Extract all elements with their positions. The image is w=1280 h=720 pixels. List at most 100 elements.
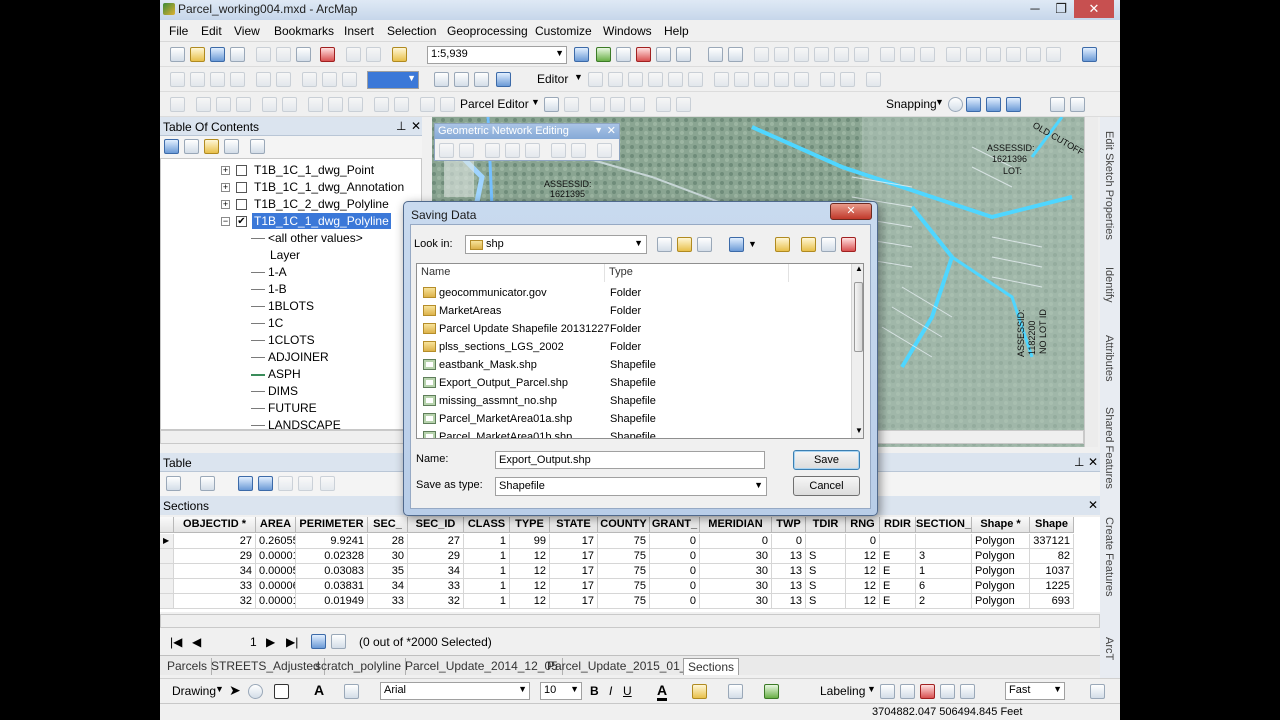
- layer-color-combo[interactable]: ▼: [367, 71, 419, 89]
- close-icon[interactable]: ✕: [411, 119, 421, 133]
- table-cell[interactable]: 29: [408, 549, 464, 564]
- table-cell[interactable]: 75: [598, 549, 650, 564]
- table-cell[interactable]: 33: [368, 594, 408, 609]
- table-cell[interactable]: [806, 534, 846, 549]
- collapse-icon[interactable]: −: [221, 217, 230, 226]
- zoom-out-icon[interactable]: [1070, 97, 1085, 112]
- tool-icon[interactable]: [728, 47, 743, 62]
- sketch-properties-icon[interactable]: [840, 72, 855, 87]
- pin-icon[interactable]: ⊥: [1074, 455, 1084, 469]
- table-tab[interactable]: STREETS_Adjusted: [207, 658, 325, 675]
- table-tab[interactable]: Parcels: [163, 658, 213, 675]
- close-icon[interactable]: ✕: [607, 124, 616, 137]
- column-header[interactable]: AREA: [256, 517, 296, 533]
- table-cell[interactable]: 13: [772, 549, 806, 564]
- table-cell[interactable]: 17: [550, 564, 598, 579]
- file-list-item[interactable]: plss_sections_LGS_2002 Folder: [417, 338, 853, 356]
- save-as-type-select[interactable]: Shapefile ▼: [495, 477, 767, 496]
- table-cell[interactable]: Polygon: [972, 549, 1030, 564]
- table-cell[interactable]: 27: [408, 534, 464, 549]
- folder-icon[interactable]: [801, 237, 816, 252]
- toolbar-icon-11[interactable]: [394, 97, 409, 112]
- last-record-button[interactable]: ▶|: [286, 635, 298, 649]
- drawing-menu-label[interactable]: Drawing: [172, 684, 216, 698]
- cut-icon[interactable]: [256, 47, 271, 62]
- table-cell[interactable]: 12: [510, 594, 550, 609]
- table-cell[interactable]: 82: [1030, 549, 1074, 564]
- scroll-up-icon[interactable]: ▲: [855, 264, 863, 273]
- table-cell[interactable]: 0.00001: [256, 594, 296, 609]
- table-cell[interactable]: 337121: [1030, 534, 1074, 549]
- table-cell[interactable]: 0.01949: [296, 594, 368, 609]
- table-cell[interactable]: 30: [700, 564, 772, 579]
- identify-tab[interactable]: Identify: [1103, 267, 1115, 302]
- table-cell[interactable]: 0.03831: [296, 579, 368, 594]
- topology-icon-9[interactable]: [920, 47, 935, 62]
- table-cell[interactable]: 17: [550, 549, 598, 564]
- attributes-icon[interactable]: [820, 72, 835, 87]
- table-cell[interactable]: 9.9241: [296, 534, 368, 549]
- zoom-in-fixed-icon[interactable]: [170, 72, 185, 87]
- labeling-speed-combo[interactable]: Fast ▼: [1005, 682, 1065, 700]
- topology-icon-6[interactable]: [854, 47, 869, 62]
- table-cell[interactable]: 1: [464, 549, 510, 564]
- layer-visibility-checkbox[interactable]: [236, 165, 247, 176]
- menu-selection[interactable]: Selection: [387, 24, 436, 38]
- find-icon[interactable]: [454, 72, 469, 87]
- zoom-to-selected-icon[interactable]: [298, 476, 313, 491]
- table-cell[interactable]: 34: [368, 579, 408, 594]
- identify-icon[interactable]: [434, 72, 449, 87]
- table-tab[interactable]: Parcel_Update_2015_01_16: [543, 658, 705, 675]
- file-list-scroll-thumb[interactable]: [854, 282, 863, 352]
- table-tab[interactable]: Sections: [683, 658, 740, 675]
- menu-help[interactable]: Help: [664, 24, 689, 38]
- lock-labels-icon[interactable]: [920, 684, 935, 699]
- table-cell[interactable]: 28: [368, 534, 408, 549]
- toolbar-icon-6[interactable]: [282, 97, 297, 112]
- italic-button[interactable]: I: [609, 684, 612, 698]
- topology-icon-1[interactable]: [754, 47, 769, 62]
- table-cell[interactable]: 35: [368, 564, 408, 579]
- help-icon[interactable]: [1082, 47, 1097, 62]
- font-color-icon[interactable]: A: [657, 682, 668, 701]
- table-cell[interactable]: 12: [510, 549, 550, 564]
- arctoolbox-tab[interactable]: ArcT: [1103, 637, 1115, 660]
- table-cell[interactable]: 0.03083: [296, 564, 368, 579]
- column-header[interactable]: TDIR: [806, 517, 846, 533]
- table-cell[interactable]: 1: [464, 534, 510, 549]
- table-horizontal-scrollbar[interactable]: [160, 614, 1100, 628]
- fill-color-icon[interactable]: [692, 684, 707, 699]
- file-list-item[interactable]: geocommunicator.gov Folder: [417, 284, 853, 302]
- open-icon[interactable]: [190, 47, 205, 62]
- bold-button[interactable]: B: [590, 684, 599, 698]
- search-icon[interactable]: [636, 47, 651, 62]
- label-priority-icon[interactable]: [900, 684, 915, 699]
- table-cell[interactable]: 0.26055: [256, 534, 296, 549]
- name-input[interactable]: Export_Output.shp: [495, 451, 765, 469]
- toolbar-icon-10[interactable]: [374, 97, 389, 112]
- column-header[interactable]: STATE: [550, 517, 598, 533]
- parcel-icon-2[interactable]: [564, 97, 579, 112]
- topology-icon-12[interactable]: [986, 47, 1001, 62]
- save-icon[interactable]: [210, 47, 225, 62]
- shared-features-tab[interactable]: Shared Features: [1103, 407, 1115, 489]
- table-cell[interactable]: 12: [846, 549, 880, 564]
- current-record[interactable]: 1: [250, 635, 257, 649]
- column-header[interactable]: Shape *: [972, 517, 1030, 533]
- catalog-icon[interactable]: [616, 47, 631, 62]
- minimize-button[interactable]: ─: [1022, 0, 1048, 18]
- table-cell[interactable]: [880, 534, 916, 549]
- next-extent-icon[interactable]: [276, 72, 291, 87]
- select-elements-arrow-icon[interactable]: ➤: [229, 682, 241, 699]
- table-cell[interactable]: E: [880, 564, 916, 579]
- toolbar-icon-8[interactable]: [328, 97, 343, 112]
- table-cell[interactable]: 12: [510, 579, 550, 594]
- column-header[interactable]: Shape: [1030, 517, 1074, 533]
- menu-edit[interactable]: Edit: [201, 24, 222, 38]
- table-cell[interactable]: 75: [598, 579, 650, 594]
- table-cell[interactable]: 75: [598, 594, 650, 609]
- layer-visibility-checkbox[interactable]: [236, 182, 247, 193]
- topology-icon-2[interactable]: [774, 47, 789, 62]
- table-cell[interactable]: 30: [700, 594, 772, 609]
- edit-sketch-properties-tab[interactable]: Edit Sketch Properties: [1103, 131, 1115, 240]
